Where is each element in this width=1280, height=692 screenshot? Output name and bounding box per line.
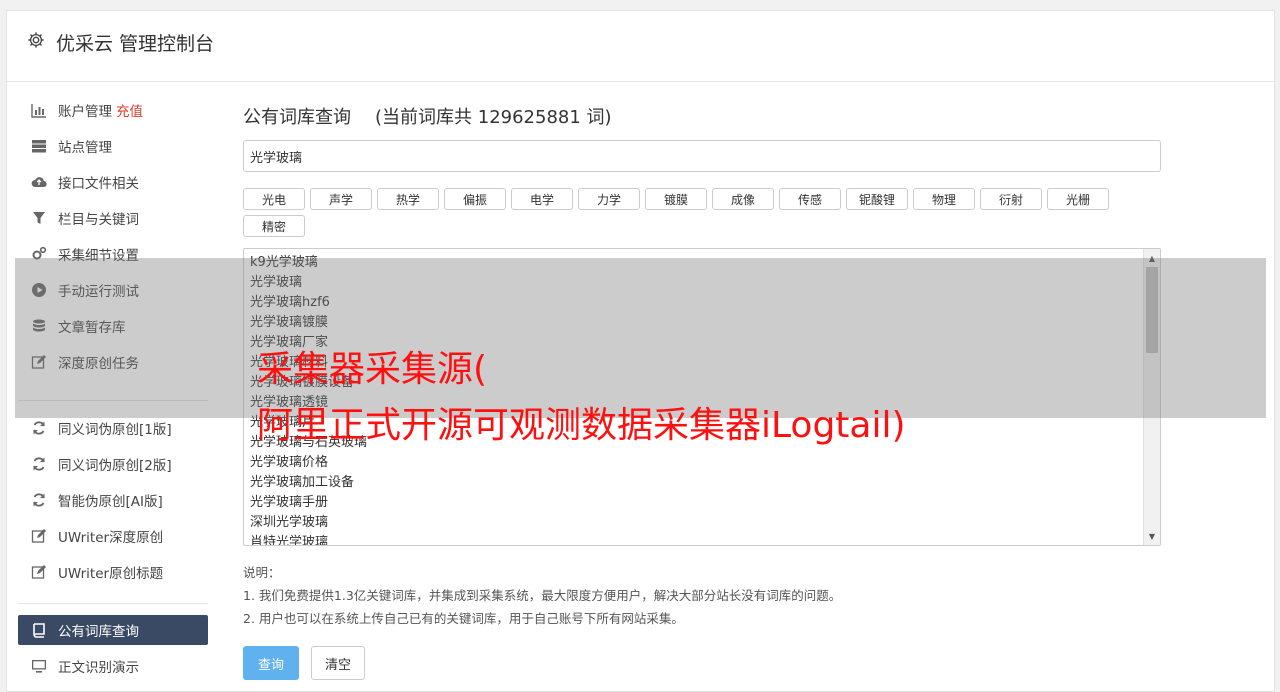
sidebar-item-label: 账户管理 — [58, 104, 112, 120]
edit-icon — [30, 527, 48, 545]
bar-chart-icon — [30, 101, 48, 119]
recharge-link[interactable]: 充值 — [116, 100, 143, 120]
server-icon — [30, 137, 48, 155]
notes-line: 1. 我们免费提供1.3亿关键词库，并集成到采集系统，最大限度方便用户，解决大部… — [243, 588, 842, 603]
sidebar-divider — [18, 603, 208, 604]
keyword-search-input[interactable] — [243, 140, 1161, 172]
tag-button[interactable]: 精密 — [243, 215, 305, 237]
sidebar-item-label: 接口文件相关 — [58, 176, 139, 192]
sidebar-item-label: 同义词伪原创[1版] — [58, 422, 172, 438]
tag-button[interactable]: 衍射 — [980, 188, 1042, 210]
overlay-caption: 采集器采集源( 阿里正式开源可观测数据采集器iLogtail) — [257, 342, 906, 454]
query-button[interactable]: 查询 — [243, 646, 299, 680]
list-item[interactable]: 光学玻璃手册 — [250, 493, 367, 513]
book-icon — [30, 621, 48, 639]
cloud-upload-icon — [30, 173, 48, 191]
tag-button[interactable]: 传感 — [779, 188, 841, 210]
sidebar-item-label: 同义词伪原创[2版] — [58, 458, 172, 474]
sidebar-item-account[interactable]: 账户管理 充值 — [18, 95, 208, 125]
gear-icon — [27, 31, 45, 49]
console-title: 优采云 管理控制台 — [56, 33, 215, 55]
tag-button[interactable]: 力学 — [578, 188, 640, 210]
sidebar-item-label: UWriter深度原创 — [58, 530, 164, 546]
page-title-text: 公有词库查询 — [243, 107, 351, 128]
sidebar-item-label: 栏目与关键词 — [58, 212, 139, 228]
monitor-icon — [30, 657, 48, 675]
refresh-icon — [30, 419, 48, 437]
refresh-icon — [30, 491, 48, 509]
tag-button[interactable]: 热学 — [377, 188, 439, 210]
list-item[interactable]: 深圳光学玻璃 — [250, 513, 367, 533]
sidebar-item-label: 智能伪原创[AI版] — [58, 494, 163, 510]
overlay-line-1: 采集器采集源( — [257, 349, 488, 390]
sidebar-item-synonym-v2[interactable]: 同义词伪原创[2版] — [18, 449, 208, 479]
tag-button[interactable]: 成像 — [712, 188, 774, 210]
tag-button[interactable]: 物理 — [913, 188, 975, 210]
tag-button[interactable]: 铌酸锂 — [846, 188, 908, 210]
header: 优采云 管理控制台 — [7, 11, 1274, 82]
notes-heading: 说明： — [243, 565, 281, 580]
sidebar-item-sites[interactable]: 站点管理 — [18, 131, 208, 161]
tag-button[interactable]: 电学 — [511, 188, 573, 210]
lexicon-count: (当前词库共 129625881 词) — [375, 107, 612, 128]
refresh-icon — [30, 455, 48, 473]
sidebar-item-interface[interactable]: 接口文件相关 — [18, 167, 208, 197]
tag-button[interactable]: 偏振 — [444, 188, 506, 210]
edit-icon — [30, 563, 48, 581]
sidebar-item-ai-rewrite[interactable]: 智能伪原创[AI版] — [18, 485, 208, 515]
sidebar-item-label: 正文识别演示 — [58, 660, 139, 676]
sidebar-item-text-recognition[interactable]: 正文识别演示 — [18, 651, 208, 681]
page-title: 公有词库查询 (当前词库共 129625881 词) — [243, 103, 612, 129]
list-item[interactable]: 光学玻璃加工设备 — [250, 473, 367, 493]
sidebar-item-label: UWriter原创标题 — [58, 566, 164, 582]
clear-button[interactable]: 清空 — [311, 646, 365, 680]
filter-icon — [30, 209, 48, 227]
sidebar-item-label: 公有词库查询 — [58, 624, 139, 640]
sidebar-item-uwriter-title[interactable]: UWriter原创标题 — [18, 557, 208, 587]
sidebar-item-public-lexicon[interactable]: 公有词库查询 — [18, 615, 208, 645]
tag-button[interactable]: 光栅 — [1047, 188, 1109, 210]
scroll-down-arrow-icon[interactable]: ▼ — [1144, 529, 1160, 543]
list-item[interactable]: 光学玻璃价格 — [250, 453, 367, 473]
notes: 说明： 1. 我们免费提供1.3亿关键词库，并集成到采集系统，最大限度方便用户，… — [243, 561, 841, 630]
tag-button[interactable]: 镀膜 — [645, 188, 707, 210]
sidebar-item-label: 站点管理 — [58, 140, 112, 156]
list-item[interactable]: 肖特光学玻璃 — [250, 533, 367, 545]
tag-button[interactable]: 声学 — [310, 188, 372, 210]
sidebar-item-keywords[interactable]: 栏目与关键词 — [18, 203, 208, 233]
tag-button[interactable]: 光电 — [243, 188, 305, 210]
sidebar-item-uwriter-deep[interactable]: UWriter深度原创 — [18, 521, 208, 551]
notes-line: 2. 用户也可以在系统上传自己已有的关键词库，用于自己账号下所有网站采集。 — [243, 611, 684, 626]
overlay-line-2: 阿里正式开源可观测数据采集器iLogtail) — [257, 405, 906, 446]
